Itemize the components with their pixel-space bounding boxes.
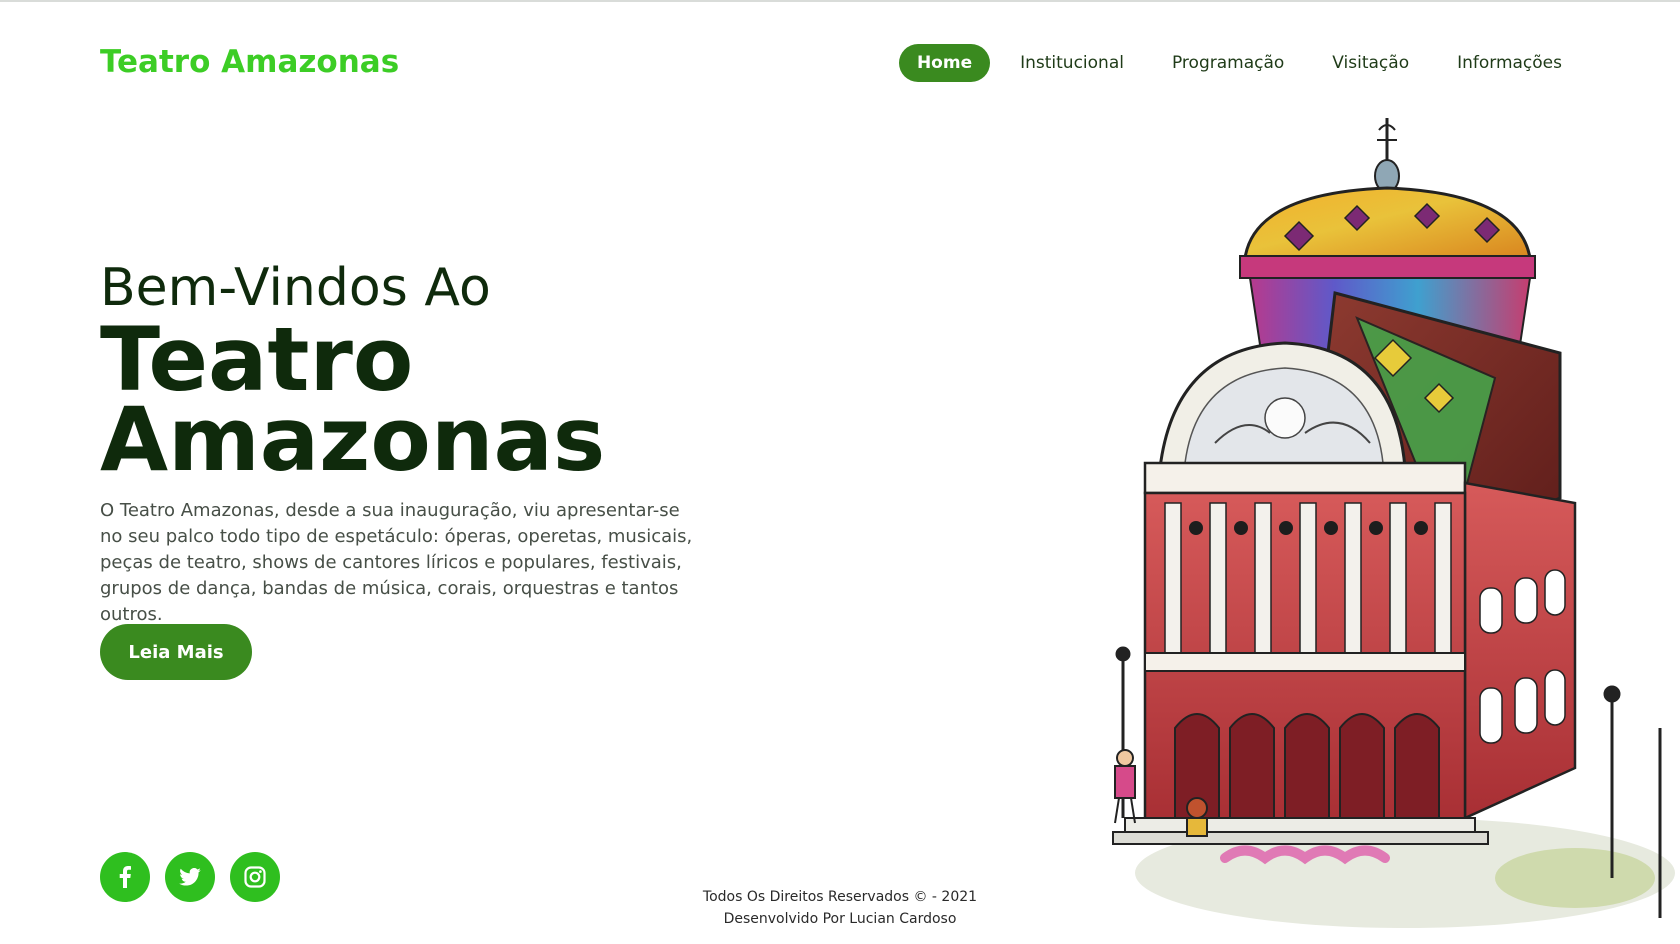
nav-informacoes[interactable]: Informações [1439, 45, 1580, 81]
instagram-icon [244, 866, 266, 888]
facebook-link[interactable] [100, 852, 150, 902]
hero-subtitle: Bem-Vindos Ao [100, 258, 491, 318]
nav-programacao[interactable]: Programação [1154, 45, 1302, 81]
top-border [0, 0, 1680, 2]
nav-visitacao[interactable]: Visitação [1314, 45, 1427, 81]
read-more-button[interactable]: Leia Mais [100, 624, 252, 680]
instagram-link[interactable] [230, 852, 280, 902]
facebook-icon [119, 866, 131, 888]
site-logo[interactable]: Teatro Amazonas [100, 44, 399, 80]
hero-title: Teatro Amazonas [100, 316, 720, 491]
twitter-link[interactable] [165, 852, 215, 902]
hero-description: O Teatro Amazonas, desde a sua inauguraç… [100, 500, 693, 625]
main-nav: Home Institucional Programação Visitação… [898, 44, 1580, 82]
footer: Todos Os Direitos Reservados © - 2021 De… [640, 886, 1040, 930]
social-links [100, 852, 280, 902]
nav-home[interactable]: Home [898, 44, 991, 82]
theater-illustration [1105, 118, 1680, 940]
footer-rights: Todos Os Direitos Reservados © - 2021 [702, 889, 978, 905]
nav-institucional[interactable]: Institucional [1002, 45, 1142, 81]
footer-credit: Desenvolvido Por Lucian Cardoso [723, 911, 957, 927]
twitter-icon [179, 868, 201, 886]
hero-title-line-2: Amazonas [100, 388, 606, 491]
